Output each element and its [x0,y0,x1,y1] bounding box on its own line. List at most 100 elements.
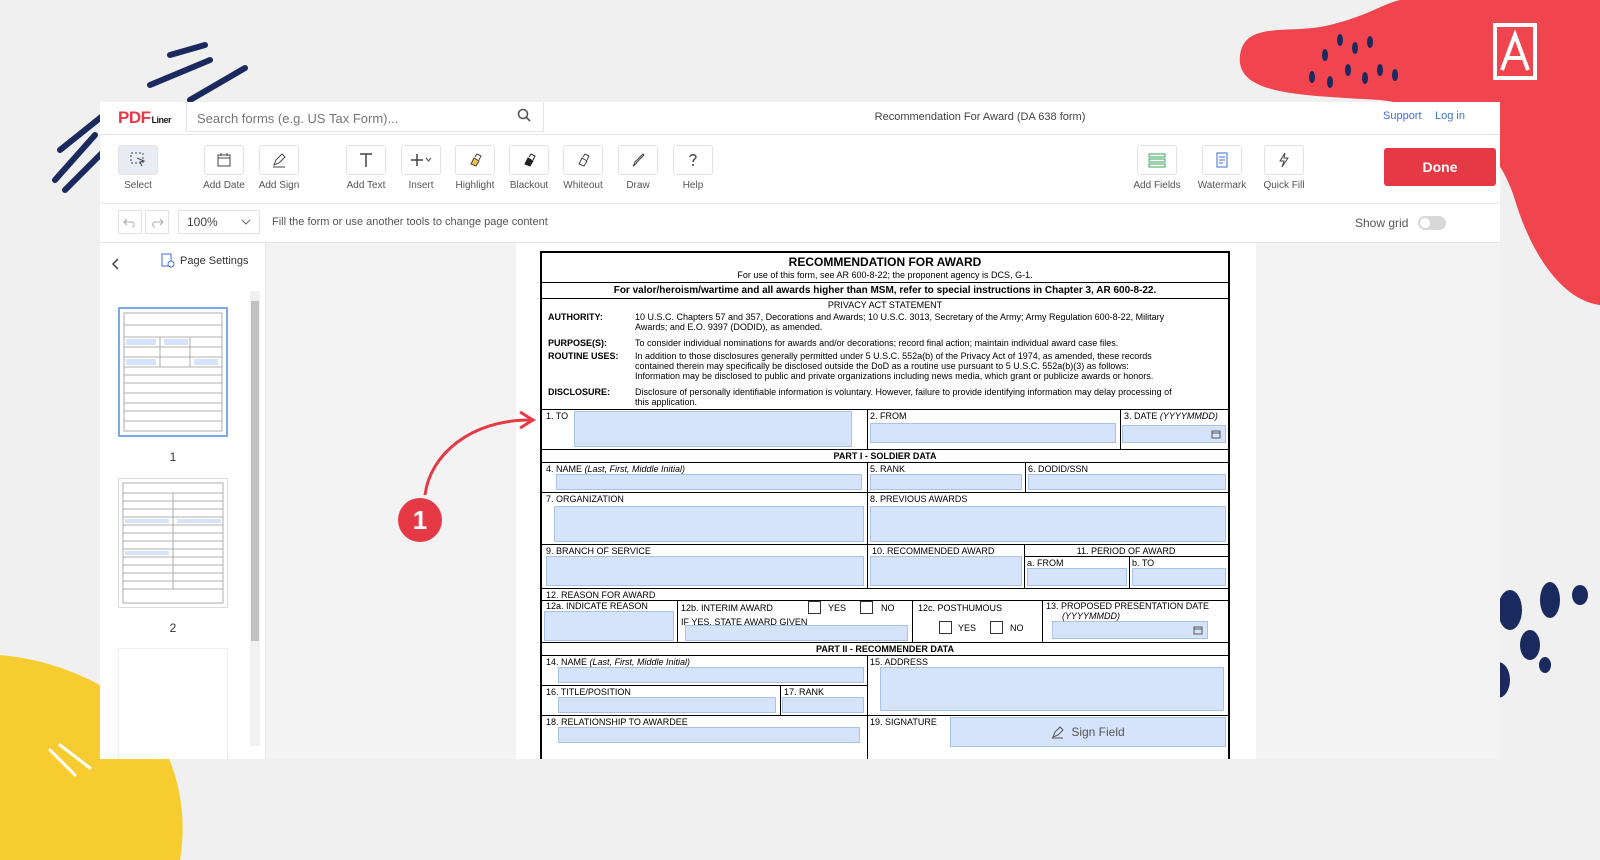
recommender-rank-field[interactable] [782,697,864,713]
draw-label: Draw [626,180,650,191]
show-grid-toggle[interactable] [1418,216,1446,230]
posthumous-yes-checkbox[interactable] [939,621,952,634]
page-preview [122,482,224,604]
posthumous-no-checkbox[interactable] [990,621,1003,634]
pdfliner-logo[interactable]: PDFLiner [118,108,172,128]
whiteout-tool[interactable]: Whiteout [557,145,609,191]
date-label: 3. DATE (YYYYMMDD) [1124,411,1218,421]
calendar-icon[interactable] [1211,429,1221,439]
organization-label: 7. ORGANIZATION [546,494,624,504]
watermark-tool[interactable]: Watermark [1196,145,1248,191]
posthumous-no-label: NO [1010,623,1024,633]
disclosure-text: this application. [635,397,698,407]
plus-dropdown-icon [411,154,432,166]
add-sign-tool[interactable]: Add Sign [253,145,305,191]
routine-uses-text: In addition to those disclosures general… [635,351,1152,361]
routine-uses-label: ROUTINE USES: [548,351,619,361]
previous-awards-field[interactable] [870,506,1226,542]
calendar-icon[interactable] [1193,625,1203,635]
zoom-value: 100% [187,215,218,229]
part2-title: PART II - RECOMMENDER DATA [816,644,954,654]
add-sign-label: Add Sign [258,180,300,191]
highlight-tool[interactable]: Highlight [449,145,501,191]
routine-uses-text: contained therein may specifically be di… [635,361,1129,371]
toolbar: Select Add Date Add Sign Add Text Insert… [100,135,1500,204]
chevron-left-icon[interactable] [110,257,122,271]
blackout-icon [524,153,536,167]
watermark-icon [1216,152,1228,168]
help-label: Help [682,180,704,191]
soldier-name-field[interactable] [556,474,862,490]
fields-icon [1148,153,1166,168]
branch-label: 9. BRANCH OF SERVICE [546,546,651,556]
relationship-field[interactable] [558,727,860,743]
title-position-field[interactable] [558,697,776,713]
interim-yes-checkbox[interactable] [808,601,821,614]
done-button[interactable]: Done [1384,148,1496,186]
period-to-field[interactable] [1132,568,1226,586]
search-icon[interactable] [517,108,531,122]
indicate-reason-field[interactable] [544,611,674,641]
lightning-icon [1279,152,1289,168]
add-date-tool[interactable]: Add Date [198,145,250,191]
callout-badge: 1 [398,498,442,542]
add-text-tool[interactable]: Add Text [340,145,392,191]
search-input[interactable] [195,106,499,130]
cursor-icon [130,152,146,167]
add-fields-tool[interactable]: Add Fields [1131,145,1183,191]
text-icon [360,153,372,167]
from-field[interactable] [870,423,1116,443]
presentation-date-field[interactable] [1052,621,1208,639]
login-link[interactable]: Log in [1435,110,1465,122]
page-settings-button[interactable]: Page Settings [160,253,249,269]
page-thumbnail-3[interactable] [118,648,228,759]
insert-tool[interactable]: Insert [395,145,447,191]
support-link[interactable]: Support [1383,110,1422,122]
authority-text: Awards; and E.O. 9397 (DODID), as amende… [635,322,823,332]
draw-tool[interactable]: Draw [612,145,664,191]
recommended-award-label: 10. RECOMMENDED AWARD [872,546,995,556]
zoom-select[interactable]: 100% [178,210,260,234]
page-thumbnail-1[interactable] [118,307,228,437]
select-tool[interactable]: Select [112,145,164,191]
calendar-icon [217,153,231,167]
recommender-name-label: 14. NAME (Last, First, Middle Initial) [546,657,691,667]
highlighter-icon [470,153,482,167]
redo-button[interactable] [145,210,169,234]
dodid-field[interactable] [1028,474,1226,490]
sidebar-scrollbar[interactable] [250,291,260,746]
document-page: RECOMMENDATION FOR AWARD For use of this… [516,243,1256,759]
form-notice: For valor/heroism/wartime and all awards… [613,285,1157,296]
date-field[interactable] [1122,425,1226,443]
quick-fill-tool[interactable]: Quick Fill [1258,145,1310,191]
undo-button[interactable] [118,210,142,234]
address-label: 15. ADDRESS [870,657,929,667]
period-label: 11. PERIOD OF AWARD [1076,546,1176,556]
interim-no-checkbox[interactable] [860,601,873,614]
interim-award-given-field[interactable] [685,625,908,641]
address-field[interactable] [880,667,1224,711]
recommender-name-field[interactable] [558,667,864,683]
indicate-reason-label: 12a. INDICATE REASON [546,601,648,611]
page-number-2: 2 [169,621,177,635]
select-label: Select [124,180,152,191]
redo-icon [152,218,164,228]
blackout-tool[interactable]: Blackout [503,145,555,191]
period-from-field[interactable] [1027,568,1127,586]
add-text-label: Add Text [346,180,386,191]
help-tool[interactable]: Help [667,145,719,191]
signature-label: 19. SIGNATURE [870,717,937,727]
pen-sign-icon [273,153,286,168]
sign-field[interactable]: Sign Field [950,717,1226,747]
rank-field[interactable] [870,474,1022,490]
to-field[interactable] [574,411,852,447]
branch-field[interactable] [546,556,864,586]
relationship-label: 18. RELATIONSHIP TO AWARDEE [546,717,688,727]
recommended-award-field[interactable] [870,556,1022,586]
routine-uses-text: Information may be disclosed to public a… [635,371,1154,381]
watermark-label: Watermark [1197,180,1247,191]
callout-arrow [423,410,536,496]
organization-field[interactable] [554,506,864,542]
page-thumbnail-2[interactable] [118,478,228,608]
authority-text: 10 U.S.C. Chapters 57 and 357, Decoratio… [635,312,1165,322]
